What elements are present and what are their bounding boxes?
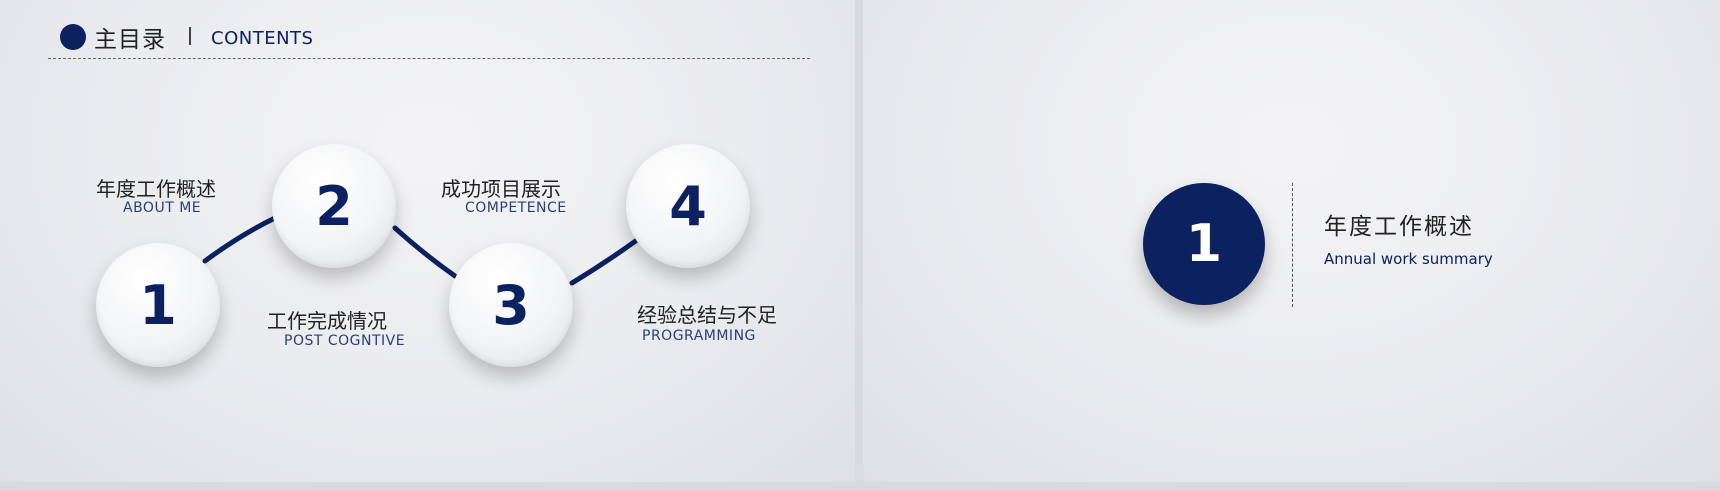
section-subtitle: Annual work summary [1324, 250, 1493, 268]
step-1-title: 年度工作概述 [96, 177, 216, 201]
step-3-circle[interactable]: 3 [449, 243, 573, 367]
contents-slide: 主目录 CONTENTS 1 2 3 4 年度工作概述 ABOUT ME 工作完… [0, 0, 855, 482]
step-1-number: 1 [139, 273, 177, 337]
section-divider [1292, 183, 1293, 307]
step-2-subtitle: POST COGNTIVE [284, 333, 406, 349]
section-slide: 1 年度工作概述 Annual work summary [863, 0, 1720, 482]
step-1-circle[interactable]: 1 [96, 243, 220, 367]
step-4-subtitle: PROGRAMMING [642, 328, 756, 344]
step-3-subtitle: COMPETENCE [465, 200, 567, 216]
section-title: 年度工作概述 [1324, 214, 1474, 240]
step-4-number: 4 [669, 174, 707, 238]
step-1-subtitle: ABOUT ME [123, 200, 202, 216]
step-4-circle[interactable]: 4 [626, 144, 750, 268]
step-3-number: 3 [492, 273, 530, 337]
section-number-circle: 1 [1143, 183, 1265, 305]
step-4-title: 经验总结与不足 [637, 303, 777, 327]
step-2-number: 2 [315, 174, 353, 238]
section-number: 1 [1185, 214, 1223, 274]
step-3-title: 成功项目展示 [441, 177, 561, 201]
step-2-circle[interactable]: 2 [272, 144, 396, 268]
step-2-title: 工作完成情况 [267, 309, 387, 333]
